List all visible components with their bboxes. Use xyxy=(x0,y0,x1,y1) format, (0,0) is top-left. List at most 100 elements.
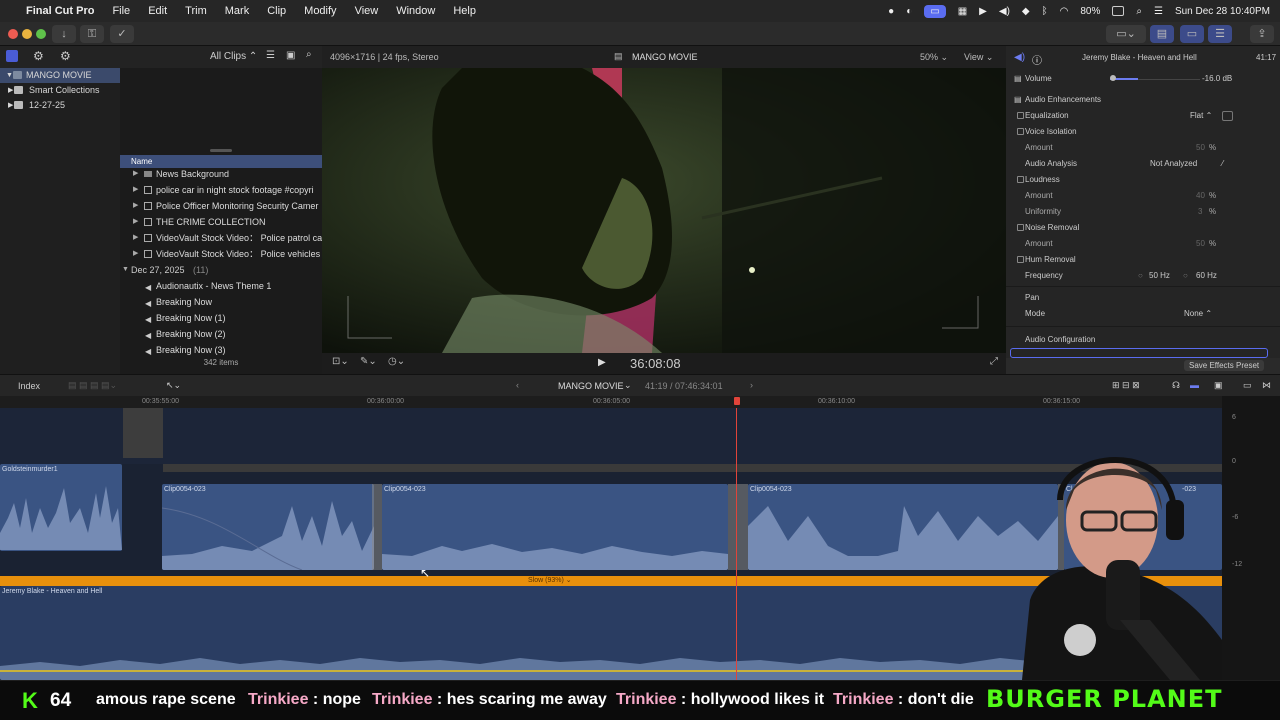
audio-configuration-header[interactable]: Audio Configuration xyxy=(1006,332,1280,348)
noise-removal-checkbox[interactable] xyxy=(1017,224,1024,231)
keyword-button[interactable]: ⚿ xyxy=(80,25,104,43)
disclosure-closed-icon[interactable]: ▶ xyxy=(133,166,138,182)
skimming-icon[interactable]: ▬ xyxy=(1190,380,1199,390)
import-button[interactable]: ↓ xyxy=(52,25,76,43)
equalization-popup[interactable]: Flat ⌃ xyxy=(1190,108,1212,124)
list-item[interactable]: ▶ police car in night stock footage #copy… xyxy=(120,182,322,198)
zoom-window-button[interactable] xyxy=(36,29,46,39)
frequency-60hz[interactable]: 60 Hz xyxy=(1196,268,1217,284)
uniformity-value[interactable]: 3 xyxy=(1198,204,1202,220)
control-center-icon[interactable]: ☰ xyxy=(1154,6,1163,17)
loudness-checkbox[interactable] xyxy=(1017,176,1024,183)
disclosure-closed-icon[interactable]: ▶ xyxy=(8,83,13,98)
snapping-icon[interactable]: ▣ xyxy=(1214,380,1223,391)
timeline-ruler[interactable]: 00:35:55:00 00:36:00:00 00:36:05:00 00:3… xyxy=(0,396,1222,408)
app-menu[interactable]: Final Cut Pro xyxy=(26,5,94,17)
transition-handle[interactable] xyxy=(372,484,382,570)
share-button[interactable]: ⇪ xyxy=(1250,25,1274,43)
disclosure-open-icon[interactable]: ▼ xyxy=(6,68,13,83)
library-item-event[interactable]: ▶ 12-27-25 xyxy=(0,98,120,113)
timeline-project-name[interactable]: MANGO MOVIE xyxy=(558,381,624,391)
screen-share-icon[interactable]: ▭ xyxy=(924,4,946,18)
index-button[interactable]: Index xyxy=(18,381,40,391)
view-popup[interactable]: View ⌄ xyxy=(964,52,993,63)
titles-icon[interactable]: ⚙ xyxy=(33,49,44,63)
amount-value[interactable]: 50 xyxy=(1196,236,1205,252)
menu-help[interactable]: Help xyxy=(453,5,476,17)
radio-60hz[interactable]: ○ xyxy=(1183,268,1188,284)
disclosure-open-icon[interactable]: ▼ xyxy=(122,262,129,278)
list-item[interactable]: ◀ Breaking Now xyxy=(120,294,322,310)
transition-handle[interactable] xyxy=(728,484,748,570)
collapse-icon[interactable]: ⋈ xyxy=(1262,380,1271,391)
layout-button[interactable]: ▭⌄ xyxy=(1106,25,1146,43)
voice-isolation-checkbox[interactable] xyxy=(1017,128,1024,135)
audio-inspector-tab-icon[interactable]: ◀) xyxy=(1014,52,1025,63)
list-view-icon[interactable]: ▣ xyxy=(286,50,295,61)
volume-icon[interactable]: ◀) xyxy=(999,6,1010,17)
disclosure-closed-icon[interactable]: ▶ xyxy=(133,230,138,246)
clip-appearance-icons[interactable]: ⊞ ⊟ ⊠ xyxy=(1112,380,1140,391)
amount-value[interactable]: 40 xyxy=(1196,188,1205,204)
fullscreen-icon[interactable]: ⤢ xyxy=(990,356,998,367)
bluetooth-icon[interactable]: ᛒ xyxy=(1042,6,1048,17)
video-frame[interactable] xyxy=(322,68,1006,353)
menu-mark[interactable]: Mark xyxy=(225,5,249,17)
list-item[interactable]: ◀ Breaking Now (1) xyxy=(120,310,322,326)
dropbox-icon[interactable]: ◆ xyxy=(1022,6,1030,17)
record-icon[interactable]: ● xyxy=(888,6,894,17)
timecode-display[interactable]: 36:08:08 xyxy=(630,356,681,371)
volume-value[interactable]: -16.0 dB xyxy=(1202,71,1232,87)
disclosure-closed-icon[interactable]: ▶ xyxy=(133,214,138,230)
equalization-checkbox[interactable] xyxy=(1017,112,1024,119)
hum-removal-checkbox[interactable] xyxy=(1017,256,1024,263)
photos-icon[interactable] xyxy=(6,50,18,62)
analyze-icon[interactable]: ⁄ xyxy=(1222,156,1223,172)
show-inspector-button[interactable]: ☰ xyxy=(1208,25,1232,43)
menu-file[interactable]: File xyxy=(112,5,130,17)
pan-header[interactable]: Pan xyxy=(1006,290,1280,306)
group-header[interactable]: ▼ Dec 27, 2025 (11) xyxy=(120,262,322,278)
filmstrip-view-icon[interactable]: ☰ xyxy=(266,50,275,61)
enhance-icon[interactable]: ✎⌄ xyxy=(360,356,377,367)
list-item[interactable]: ◀ Breaking Now (3) xyxy=(120,342,322,358)
zoom-popup[interactable]: 50% ⌄ xyxy=(920,52,948,63)
grid-icon[interactable]: ▦ xyxy=(958,6,967,17)
show-browser-button[interactable]: ▤ xyxy=(1150,25,1174,43)
extension-icon[interactable]: ◐ xyxy=(906,6,912,17)
library-item-smart-collections[interactable]: ▶ Smart Collections xyxy=(0,83,120,98)
list-item[interactable]: ▶ VideoVault Stock Video： Police patrol c… xyxy=(120,230,322,246)
back-arrow-icon[interactable]: ‹ xyxy=(516,380,519,390)
close-window-button[interactable] xyxy=(8,29,18,39)
list-item[interactable]: ◀ Audionautix - News Theme 1 xyxy=(120,278,322,294)
clip-filter-popup[interactable]: All Clips ⌃ xyxy=(210,51,257,62)
play-button[interactable]: ▶ xyxy=(598,357,606,368)
menu-view[interactable]: View xyxy=(355,5,379,17)
resize-handle[interactable] xyxy=(210,149,232,152)
info-inspector-tab-icon[interactable]: ⓘ xyxy=(1032,52,1042,67)
show-timeline-button[interactable]: ▭ xyxy=(1180,25,1204,43)
timeline-clip[interactable]: Clip0054-023 xyxy=(382,484,728,570)
list-item[interactable]: ▶ News Background xyxy=(120,166,322,182)
menu-modify[interactable]: Modify xyxy=(304,5,336,17)
library-item-mango-movie[interactable]: ▼ MANGO MOVIE xyxy=(0,68,120,83)
timeline-clip[interactable]: Clip0054-023 xyxy=(162,484,374,570)
transform-icon[interactable]: ⊡⌄ xyxy=(332,356,349,367)
radio-50hz[interactable]: ○ xyxy=(1138,268,1143,284)
disclosure-closed-icon[interactable]: ▶ xyxy=(133,182,138,198)
menu-window[interactable]: Window xyxy=(396,5,435,17)
list-item[interactable]: ▶ THE CRIME COLLECTION xyxy=(120,214,322,230)
disclosure-closed-icon[interactable]: ▶ xyxy=(8,98,13,113)
save-effects-preset-button[interactable]: Save Effects Preset xyxy=(1184,360,1265,371)
menu-trim[interactable]: Trim xyxy=(185,5,207,17)
menu-clip[interactable]: Clip xyxy=(267,5,286,17)
frequency-50hz[interactable]: 50 Hz xyxy=(1149,268,1170,284)
volume-slider-knob[interactable] xyxy=(1110,75,1116,81)
list-item[interactable]: ◀ Breaking Now (2) xyxy=(120,326,322,342)
amount-value[interactable]: 50 xyxy=(1196,140,1205,156)
retime-icon[interactable]: ◷⌄ xyxy=(388,356,405,367)
gap-clip[interactable] xyxy=(123,408,163,458)
battery-label[interactable]: 80% xyxy=(1080,6,1100,17)
menu-edit[interactable]: Edit xyxy=(148,5,167,17)
audio-channel-row[interactable] xyxy=(1010,348,1268,358)
